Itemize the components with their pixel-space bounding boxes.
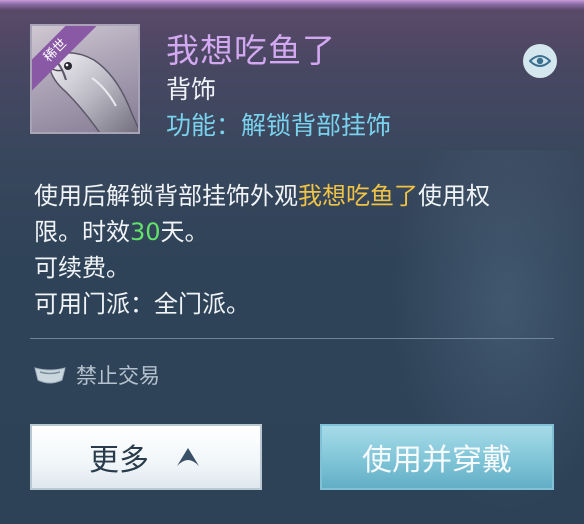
- arrow-up-icon: [177, 448, 199, 466]
- desc-text: 使用权: [418, 182, 490, 210]
- item-tooltip-panel: 稀世 我想吃鱼了 背饰 功能：解锁背部挂饰 使用后解锁背部挂饰外观我想吃鱼了使用…: [0, 0, 584, 524]
- item-name: 我想吃鱼了: [166, 31, 336, 70]
- desc-text: 天。: [160, 218, 209, 246]
- preview-button[interactable]: [523, 44, 557, 78]
- description-line-1: 使用后解锁背部挂饰外观我想吃鱼了使用权: [34, 178, 554, 214]
- use-and-wear-label: 使用并穿戴: [362, 443, 512, 478]
- more-button[interactable]: 更多: [30, 424, 262, 490]
- description-line-3: 可续费。: [34, 254, 130, 282]
- desc-text: 使用后解锁背部挂饰外观: [34, 182, 298, 210]
- trade-status: 禁止交易: [32, 360, 160, 390]
- divider: [30, 338, 554, 339]
- no-trade-icon: [34, 367, 66, 384]
- eye-icon: [529, 55, 551, 67]
- item-description: 使用后解锁背部挂饰外观我想吃鱼了使用权 限。时效30天。 可续费。 可用门派：全…: [34, 178, 554, 322]
- item-icon-frame: 稀世: [30, 24, 140, 134]
- use-and-wear-button[interactable]: 使用并穿戴: [320, 424, 554, 490]
- trade-status-label: 禁止交易: [76, 364, 160, 388]
- description-line-4: 可用门派：全门派。: [34, 290, 250, 318]
- item-type: 背饰: [166, 75, 217, 104]
- description-line-2: 限。时效30天。: [34, 214, 554, 250]
- more-button-label: 更多: [89, 443, 149, 478]
- duration-days: 30: [130, 218, 161, 246]
- desc-highlight: 我想吃鱼了: [298, 182, 418, 210]
- desc-text: 限。时效: [34, 218, 130, 246]
- item-function: 功能：解锁背部挂饰: [166, 111, 392, 140]
